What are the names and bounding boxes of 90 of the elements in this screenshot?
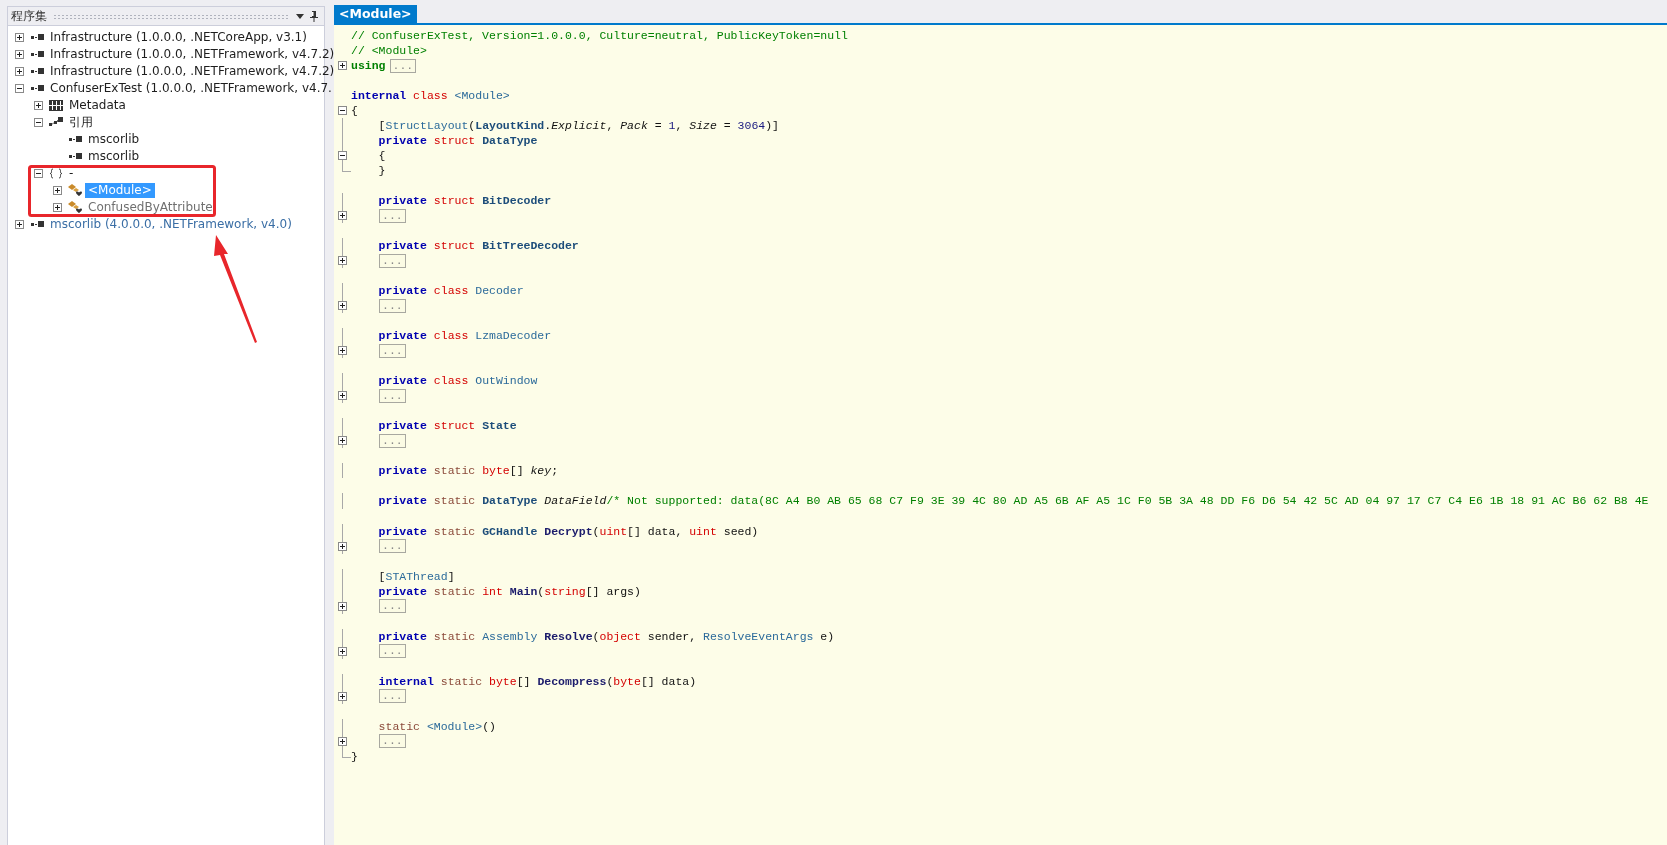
code-line: private static byte[] key; [377, 464, 559, 478]
assembly-icon [30, 67, 44, 75]
collapsed-block[interactable]: ... [379, 343, 406, 358]
tree-item[interactable]: Infrastructure (1.0.0.0, .NETFramework, v4.7.2) [47, 63, 338, 79]
assembly-icon [68, 152, 82, 160]
code-line: private static int Main(string[] args) [377, 584, 641, 598]
assembly-icon [30, 84, 44, 92]
expand-icon[interactable] [338, 541, 347, 551]
references-icon [49, 117, 63, 127]
expand-icon[interactable] [338, 391, 347, 401]
code-line: } [377, 164, 386, 178]
collapsed-block[interactable]: ... [389, 58, 417, 73]
code-line: { [377, 149, 386, 163]
tree-item[interactable]: - [66, 165, 77, 181]
expand-icon[interactable] [338, 346, 347, 356]
expand-icon[interactable] [53, 202, 62, 212]
collapsed-block[interactable]: ... [379, 253, 406, 268]
code-line: private class LzmaDecoder [377, 329, 552, 343]
code-line: private struct DataType [377, 134, 538, 148]
collapse-icon[interactable] [338, 151, 347, 161]
assembly-icon [30, 33, 44, 41]
code-line: private class Decoder [377, 284, 524, 298]
expand-icon[interactable] [15, 66, 24, 76]
tree-item[interactable]: mscorlib (4.0.0.0, .NETFramework, v4.0) [47, 216, 295, 232]
expand-icon[interactable] [53, 185, 62, 195]
code-line: [STAThread] [377, 569, 455, 583]
collapsed-block[interactable]: ... [379, 208, 406, 223]
assembly-icon [30, 220, 44, 228]
code-line: private struct State [377, 419, 517, 433]
document-tab[interactable]: <Module> [334, 5, 417, 23]
braces-icon [49, 167, 63, 179]
collapsed-block[interactable]: ... [379, 388, 406, 403]
fold-guide [342, 163, 351, 173]
collapse-icon[interactable] [15, 83, 24, 93]
expand-icon[interactable] [338, 691, 347, 701]
code-line: // ConfuserExTest, Version=1.0.0.0, Culture=neutral, PublicKeyToken=null [351, 29, 848, 42]
code-line: // <Module> [351, 44, 427, 57]
collapsed-block[interactable]: ... [379, 599, 406, 614]
panel-title: 程序集 [11, 7, 47, 25]
expand-icon[interactable] [338, 436, 347, 446]
tree-item[interactable]: mscorlib [85, 148, 143, 164]
code-line: } [351, 749, 358, 763]
tree-item[interactable]: ConfuserExTest (1.0.0.0, .NETFramework, v4.7. [47, 80, 335, 96]
collapsed-block[interactable]: ... [379, 539, 406, 554]
tree-item[interactable]: mscorlib [85, 131, 143, 147]
collapse-icon[interactable] [34, 168, 43, 178]
code-line: private struct BitDecoder [377, 194, 552, 208]
tree-item[interactable]: <Module> [85, 182, 155, 198]
code-line: internal class <Module> [351, 89, 510, 103]
code-line: [StructLayout(LayoutKind.Explicit, Pack = 1, Size = 3064)] [377, 119, 779, 133]
collapsed-block[interactable]: ... [379, 734, 406, 749]
tree-item[interactable]: ConfusedByAttribute [85, 199, 216, 215]
expand-icon[interactable] [15, 49, 24, 59]
class-icon [67, 200, 83, 214]
tree-item[interactable]: Infrastructure (1.0.0.0, .NETFramework, v4.7.2) [47, 46, 338, 62]
tree-item[interactable]: Metadata [66, 97, 129, 113]
tree-item[interactable]: 引用 [66, 114, 96, 130]
code-line: internal static byte[] Decompress(byte[] data) [377, 674, 697, 688]
collapse-icon[interactable] [338, 106, 347, 116]
collapse-icon[interactable] [34, 117, 43, 127]
expand-icon[interactable] [338, 61, 347, 71]
code-line: private class OutWindow [377, 374, 538, 388]
collapsed-block[interactable]: ... [379, 433, 406, 448]
code-line: { [351, 104, 358, 118]
collapsed-block[interactable]: ... [379, 644, 406, 659]
expand-icon[interactable] [338, 601, 347, 611]
pin-icon[interactable] [310, 10, 318, 22]
code-line: private static Assembly Resolve(object sender, ResolveEventArgs e) [377, 629, 835, 643]
code-line: using [351, 59, 386, 73]
metadata-icon [49, 99, 63, 111]
expand-icon[interactable] [338, 211, 347, 221]
collapsed-block[interactable]: ... [379, 298, 406, 313]
assembly-icon [30, 50, 44, 58]
code-line: static <Module>() [377, 719, 496, 733]
class-icon [67, 183, 83, 197]
expand-icon[interactable] [34, 100, 43, 110]
tree-item[interactable]: Infrastructure (1.0.0.0, .NETCoreApp, v3.1) [47, 29, 310, 45]
code-line: private static GCHandle Decrypt(uint[] data, uint seed) [377, 524, 759, 538]
expand-icon[interactable] [15, 219, 24, 229]
dropdown-icon[interactable] [296, 13, 304, 19]
collapsed-block[interactable]: ... [379, 689, 406, 704]
fold-guide [342, 748, 351, 758]
code-line: private static DataType DataField/* Not supported: data(8C A4 B0 AB 65 68 C7 F9 3E 39 4C 80 AD A5 6B AF A5 1C F0 5B 3A 48 DD F6 D6 54 42 5C AD 04 97 17 C7 C4 E6 1B 18 91 AC B6 62 B8 4E [377, 494, 1649, 508]
expand-icon[interactable] [15, 32, 24, 42]
expand-icon[interactable] [338, 256, 347, 266]
code-line: private struct BitTreeDecoder [377, 239, 579, 253]
expand-icon[interactable] [338, 646, 347, 656]
assembly-icon [68, 135, 82, 143]
expand-icon[interactable] [338, 736, 347, 746]
expand-icon[interactable] [338, 301, 347, 311]
